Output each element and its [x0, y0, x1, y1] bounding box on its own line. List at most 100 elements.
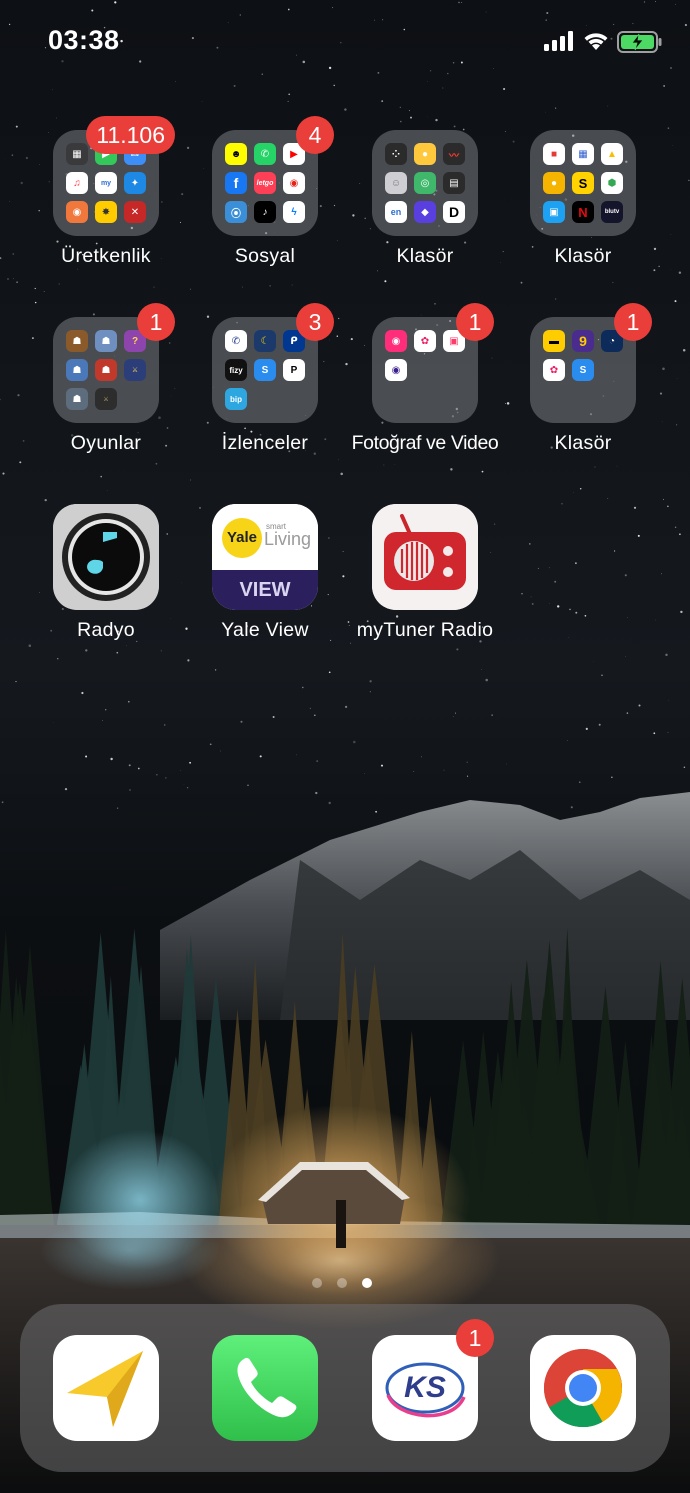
app-label: Sosyal [234, 245, 296, 267]
ticket-icon: ✸ [95, 201, 117, 223]
folder-fotograf-ve-video[interactable]: ◉ ✿ ▣ ◉ 1 Fotoğraf ve Video [350, 303, 500, 455]
contacts-icon: ☺ [385, 172, 407, 194]
folder-oyunlar[interactable]: ☗ ☗ ? ☗ ☗ ⚔ ☗ ⚔ 1 Oyunlar [31, 303, 181, 455]
page-indicator[interactable] [312, 1278, 372, 1288]
app-label: myTuner Radio [356, 619, 494, 641]
lens-icon: ◉ [385, 359, 407, 381]
mynet-icon: my [95, 172, 117, 194]
dots-app-icon: ⁘ [385, 143, 407, 165]
app-label: Fotoğraf ve Video [351, 432, 499, 454]
dock-navigation-app[interactable] [53, 1335, 159, 1441]
notification-badge: 1 [456, 303, 494, 341]
fitness-icon: ✕ [124, 201, 146, 223]
p-app-icon: P [283, 359, 305, 381]
shazam-blue-icon: S [572, 359, 594, 381]
podcast-icon: ◉ [66, 201, 88, 223]
maps-pin-icon: ⦿ [225, 201, 247, 223]
yale-logo: Yale [222, 518, 262, 558]
game-pubg-icon: ⚔ [124, 359, 146, 381]
app-mytuner-radio[interactable]: myTuner Radio [350, 504, 500, 642]
bulb-icon: ● [414, 143, 436, 165]
nine-app-icon: 9 [572, 330, 594, 352]
game-clash-icon: ☗ [95, 330, 117, 352]
folder-izlenceler[interactable]: ✆ ☾ ᑭ fizy S P bip 3 İzlenceler [190, 303, 340, 455]
music-icon: ♫ [66, 172, 88, 194]
notification-badge: 4 [296, 116, 334, 154]
shazam-icon: S [254, 359, 276, 381]
notification-badge: 1 [614, 303, 652, 341]
netflix-icon: N [572, 201, 594, 223]
pill-app-icon: ● [543, 172, 565, 194]
voice-memo-icon: 〰 [443, 143, 465, 165]
ks-logo-text: KS [404, 1371, 446, 1404]
wifi-icon [584, 33, 608, 50]
game-cod-icon: ⚔ [95, 388, 117, 410]
app-label: Üretkenlik [61, 245, 151, 267]
folder-icon: ☻ ✆ ▶ f letgo ◉ ⦿ ♪ ϟ 4 [212, 116, 334, 236]
folder-icon: ⁘ ● 〰 ☺ ◎ ▤ en ◆ D [372, 130, 478, 236]
folder-sosyal[interactable]: ☻ ✆ ▶ f letgo ◉ ⦿ ♪ ϟ 4 Sosyal [190, 116, 340, 268]
notification-badge: 3 [296, 303, 334, 341]
game-soldier-icon: ☗ [66, 388, 88, 410]
battery-charging-icon [617, 31, 662, 53]
facebook-icon: f [225, 172, 247, 194]
folder-icon: ☗ ☗ ? ☗ ☗ ⚔ ☗ ⚔ 1 [53, 303, 175, 423]
folder-icon: ◉ ✿ ▣ ◉ 1 [372, 303, 494, 423]
apps-icon: ▦ [572, 143, 594, 165]
page-dot-2[interactable] [337, 1278, 347, 1288]
status-bar: 03:38 [0, 0, 690, 80]
clock: 03:38 [48, 25, 120, 55]
letgo-icon: letgo [254, 172, 276, 194]
folder-klasor-3[interactable]: ▬ 9 ◔ ✿ S 1 Klasör [508, 303, 658, 455]
page-dot-1[interactable] [312, 1278, 322, 1288]
blutv-icon: blutv [601, 201, 623, 223]
folder-icon: ▦ ▶ ✉ ♫ my ✦ ◉ ✸ ✕ 11.106 [53, 116, 175, 236]
app-label: İzlenceler [221, 432, 309, 454]
app-label: Oyunlar [70, 432, 142, 454]
app-yale-view[interactable]: Yale smart Living VIEW Yale View [190, 504, 340, 642]
d-app-icon: D [443, 201, 465, 223]
app-label: Klasör [554, 245, 612, 267]
dock-phone-app[interactable] [212, 1335, 318, 1441]
app-store-icon: ▣ [543, 201, 565, 223]
navigation-arrow-icon [67, 1351, 143, 1427]
app-radyo[interactable]: Radyo [31, 504, 181, 642]
folder-icon: ■ ▦ ▲ ● S ⬢ ▣ N blutv [530, 130, 636, 236]
page-dot-3-active[interactable] [362, 1278, 372, 1288]
game-knight-icon: ☗ [66, 359, 88, 381]
messenger-icon: ϟ [283, 201, 305, 223]
app-label: Klasör [554, 432, 612, 454]
app-label: Radyo [77, 619, 135, 641]
folder-icon: ▬ 9 ◔ ✿ S 1 [530, 303, 652, 423]
snapchat-icon: ☻ [225, 143, 247, 165]
en-app-icon: en [385, 201, 407, 223]
calculator-icon: ▦ [66, 143, 88, 165]
office-icon: ■ [543, 143, 565, 165]
folder-klasor-1[interactable]: ⁘ ● 〰 ☺ ◎ ▤ en ◆ D Klasör [350, 130, 500, 268]
folder-klasor-2[interactable]: ■ ▦ ▲ ● S ⬢ ▣ N blutv Klasör [508, 130, 658, 268]
taxi-icon: ▬ [543, 330, 565, 352]
photos-icon: ✿ [543, 359, 565, 381]
google-ads-icon: ▲ [601, 143, 623, 165]
mytuner-radio-icon [372, 504, 478, 610]
tiktok-icon: ♪ [254, 201, 276, 223]
phone-icon [237, 1357, 297, 1418]
game-hero-icon: ☗ [95, 359, 117, 381]
notification-badge: 11.106 [86, 116, 175, 154]
wallet-icon: ▤ [443, 172, 465, 194]
dock-ks-app[interactable]: KS 1 [372, 1319, 494, 1441]
whatsapp-icon: ✆ [254, 143, 276, 165]
dock-chrome-app[interactable] [530, 1335, 636, 1441]
radio-music-icon [53, 504, 159, 610]
app-label: Klasör [396, 245, 454, 267]
cellular-signal-icon [544, 31, 573, 51]
google-maps-icon: ⬢ [601, 172, 623, 194]
folder-icon: ✆ ☾ ᑭ fizy S P bip 3 [212, 303, 334, 423]
fizy-icon: fizy [225, 359, 247, 381]
call-app-icon: ✆ [225, 330, 247, 352]
flower-photo-icon: ✿ [414, 330, 436, 352]
folder-uretkenlik[interactable]: ▦ ▶ ✉ ♫ my ✦ ◉ ✸ ✕ 11.106 Üretkenlik [31, 116, 181, 268]
bip-icon: bip [225, 388, 247, 410]
shortcuts-icon: ◆ [414, 201, 436, 223]
youtube-music-icon: ◉ [283, 172, 305, 194]
